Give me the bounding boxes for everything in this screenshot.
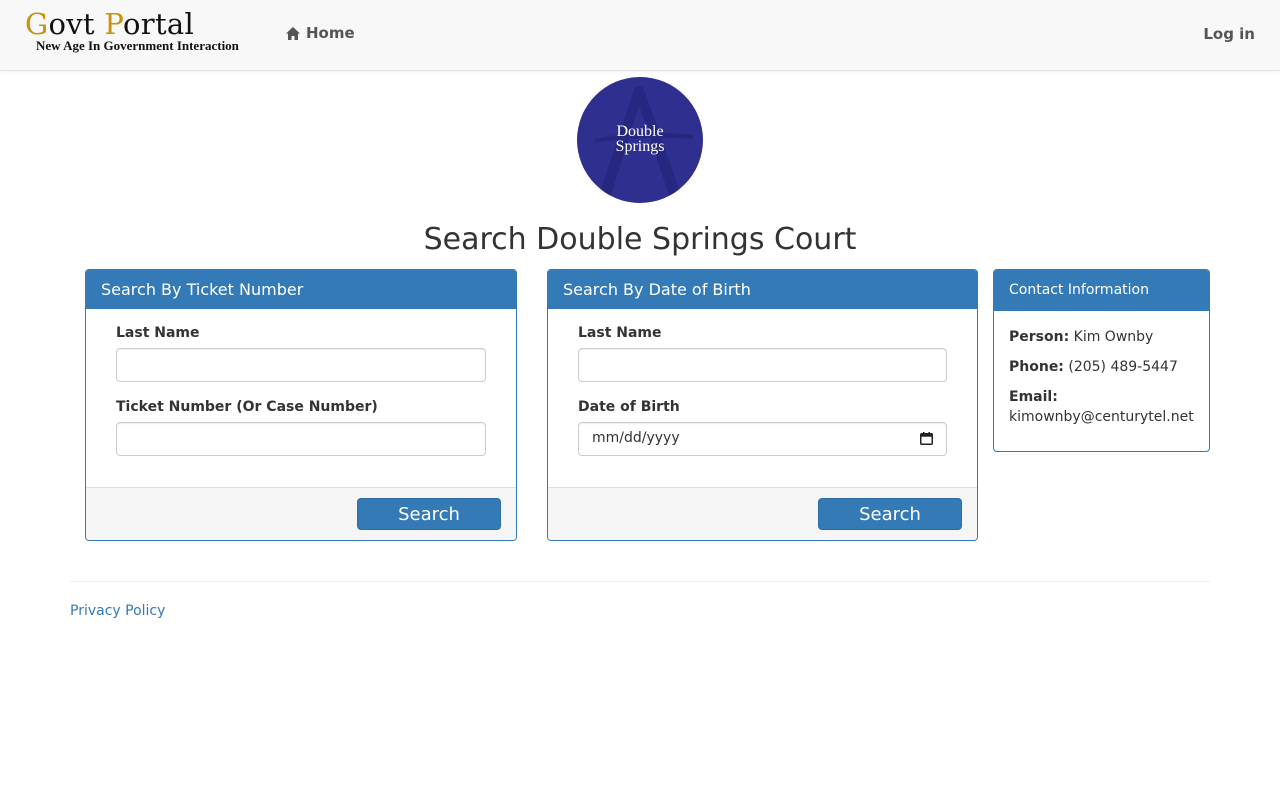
calendar-icon[interactable] [920, 432, 933, 445]
dob-last-name-input[interactable] [578, 348, 947, 382]
top-navbar: Govt Portal New Age In Government Intera… [0, 0, 1280, 71]
brand-title: Govt Portal [25, 8, 239, 40]
contact-email-row: Email: kimownby@centurytel.net [1009, 387, 1194, 427]
brand-tagline: New Age In Government Interaction [36, 38, 239, 53]
ticket-search-button[interactable]: Search [357, 498, 501, 530]
search-by-dob-panel: Search By Date of Birth Last Name Date o… [547, 269, 978, 541]
brand-title-ortal: ortal [123, 7, 195, 41]
contact-person-row: Person: Kim Ownby [1009, 327, 1194, 347]
dob-search-button[interactable]: Search [818, 498, 962, 530]
privacy-policy-link[interactable]: Privacy Policy [70, 603, 165, 619]
ticket-number-label: Ticket Number (Or Case Number) [116, 399, 378, 415]
contact-phone-row: Phone: (205) 489-5447 [1009, 357, 1194, 377]
brand-title-p: P [104, 7, 124, 41]
contact-panel-heading: Contact Information [994, 270, 1209, 311]
city-seal: Double Springs [577, 77, 703, 203]
date-of-birth-input[interactable] [578, 422, 947, 456]
contact-email-label: Email: [1009, 389, 1058, 405]
dob-panel-heading: Search By Date of Birth [548, 270, 977, 309]
footer-divider [70, 581, 1210, 582]
search-by-ticket-panel: Search By Ticket Number Last Name Ticket… [85, 269, 517, 541]
brand-title-ovt: ovt [48, 7, 105, 41]
ticket-number-input[interactable] [116, 422, 486, 456]
brand-logo-link[interactable]: Govt Portal New Age In Government Intera… [25, 8, 239, 54]
contact-phone-value: (205) 489-5447 [1068, 359, 1178, 375]
contact-phone-label: Phone: [1009, 359, 1064, 375]
contact-person-value: Kim Ownby [1073, 329, 1154, 345]
ticket-panel-heading: Search By Ticket Number [86, 270, 516, 309]
nav-home-label: Home [306, 24, 355, 42]
dob-panel-footer: Search [548, 487, 977, 540]
seal-text-line2: Springs [615, 138, 665, 155]
ticket-last-name-input[interactable] [116, 348, 486, 382]
nav-home-link[interactable]: Home [285, 24, 355, 42]
ticket-panel-footer: Search [86, 487, 516, 540]
brand-title-g: G [25, 7, 49, 41]
contact-information-panel: Contact Information Person: Kim Ownby Ph… [993, 269, 1210, 452]
page-title: Search Double Springs Court [423, 222, 857, 257]
contact-email-value: kimownby@centurytel.net [1009, 409, 1194, 425]
contact-person-label: Person: [1009, 329, 1070, 345]
date-of-birth-label: Date of Birth [578, 399, 680, 415]
ticket-last-name-label: Last Name [116, 325, 200, 341]
login-link[interactable]: Log in [1203, 25, 1255, 43]
dob-last-name-label: Last Name [578, 325, 662, 341]
home-icon [286, 26, 300, 40]
